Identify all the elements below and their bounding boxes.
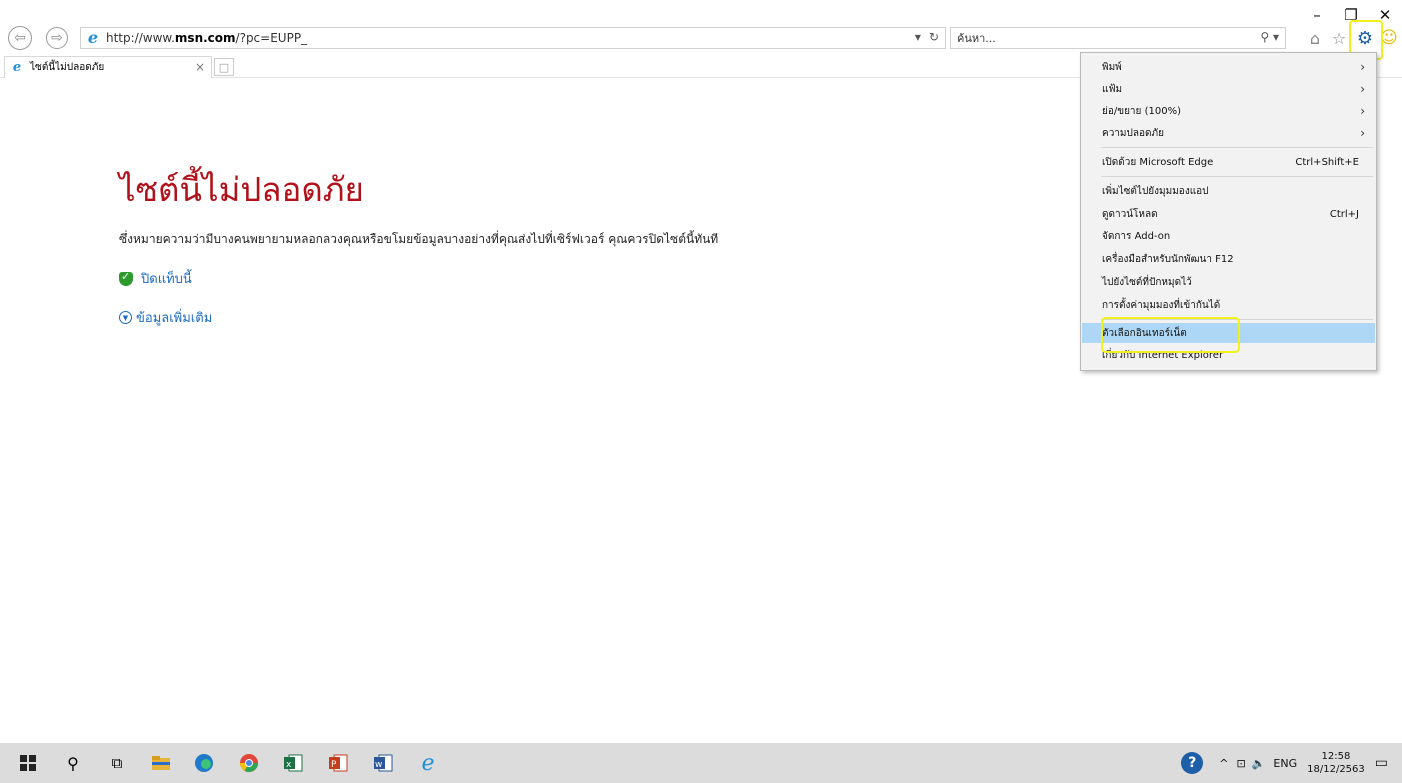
forward-icon: ⇨ xyxy=(51,30,63,46)
language-indicator[interactable]: ENG xyxy=(1273,757,1297,770)
refresh-icon[interactable]: ↻ xyxy=(929,30,939,44)
menu-separator xyxy=(1101,147,1373,148)
home-icon[interactable]: ⌂ xyxy=(1305,28,1325,48)
notification-icon[interactable]: ▭ xyxy=(1375,755,1388,771)
new-tab-button[interactable]: □ xyxy=(214,58,234,76)
tab-active[interactable]: e ไซต์นี้ไม่ปลอดภัย × xyxy=(4,56,212,78)
menu-item-label: ไปยังไซต์ที่ปักหมุดไว้ xyxy=(1102,276,1192,288)
network-icon[interactable]: ⊡ xyxy=(1237,757,1246,770)
internet-explorer-icon[interactable]: e xyxy=(413,751,443,776)
shield-icon xyxy=(119,270,133,286)
chevron-right-icon: › xyxy=(1360,82,1365,96)
address-url[interactable]: http://www.msn.com/?pc=EUPP_ xyxy=(106,31,307,45)
menu-item-label: ความปลอดภัย xyxy=(1102,127,1164,139)
menu-item-add-to-apps[interactable]: เพิ่มไซต์ไปยังมุมมองแอป xyxy=(1082,181,1375,201)
menu-item-shortcut: Ctrl+Shift+E xyxy=(1295,156,1359,168)
chevron-right-icon: › xyxy=(1360,60,1365,74)
favorites-star-icon[interactable]: ☆ xyxy=(1329,28,1349,48)
search-input[interactable]: ค้นหา... xyxy=(957,29,996,47)
warning-description: ซึ่งหมายความว่ามีบางคนพยายามหลอกลวงคุณหร… xyxy=(119,232,719,246)
menu-item-label: ดูดาวน์โหลด xyxy=(1102,208,1158,220)
address-dropdown-icon[interactable]: ▾ xyxy=(915,30,921,44)
menu-item-pinned-sites[interactable]: ไปยังไซต์ที่ปักหมุดไว้ xyxy=(1082,272,1375,292)
svg-text:w: w xyxy=(375,760,382,770)
menu-item-label: แฟ้ม xyxy=(1102,83,1123,95)
menu-item-label: เปิดด้วย Microsoft Edge xyxy=(1102,156,1214,168)
word-icon[interactable]: w xyxy=(372,753,394,773)
internet-options-highlight-annotation xyxy=(1101,317,1240,353)
url-suffix: /?pc=EUPP_ xyxy=(235,31,308,45)
search-icon[interactable]: ⚲ ▾ xyxy=(1260,30,1279,44)
file-explorer-icon[interactable] xyxy=(150,753,172,773)
search-icon[interactable]: ⚲ xyxy=(62,753,84,773)
menu-item-downloads[interactable]: ดูดาวน์โหลด Ctrl+J xyxy=(1082,204,1375,224)
menu-item-open-edge[interactable]: เปิดด้วย Microsoft Edge Ctrl+Shift+E xyxy=(1082,152,1375,172)
task-view-icon[interactable]: ⧉ xyxy=(106,753,128,773)
chrome-icon[interactable] xyxy=(238,753,260,773)
search-box[interactable]: ค้นหา... ⚲ ▾ xyxy=(950,27,1286,49)
navigation-bar: ⇦ ⇨ e http://www.msn.com/?pc=EUPP_ ▾ ↻ ค… xyxy=(0,24,1402,54)
menu-item-label: ย่อ/ขยาย (100%) xyxy=(1102,105,1181,117)
url-prefix: http://www. xyxy=(106,31,175,45)
menu-item-addons[interactable]: จัดการ Add-on xyxy=(1082,226,1375,246)
chevron-right-icon: › xyxy=(1360,126,1365,140)
menu-item-compat-view[interactable]: การตั้งค่ามุมมองที่เข้ากันได้ xyxy=(1082,295,1375,315)
svg-text:x: x xyxy=(286,760,292,770)
back-button[interactable]: ⇦ xyxy=(8,26,32,50)
menu-item-zoom[interactable]: ย่อ/ขยาย (100%) › xyxy=(1082,101,1375,121)
tab-title: ไซต์นี้ไม่ปลอดภัย xyxy=(30,62,105,73)
close-tab-label[interactable]: ปิดแท็บนี้ xyxy=(141,268,192,289)
menu-item-shortcut: Ctrl+J xyxy=(1329,208,1359,220)
powerpoint-icon[interactable]: P xyxy=(327,753,349,773)
ie-logo-icon: e xyxy=(87,28,99,47)
address-bar[interactable]: e http://www.msn.com/?pc=EUPP_ ▾ ↻ xyxy=(80,27,946,49)
excel-icon[interactable]: x xyxy=(282,753,304,773)
clock[interactable]: 12:58 18/12/2563 xyxy=(1307,750,1365,776)
edge-icon[interactable] xyxy=(193,753,215,773)
url-domain: msn.com xyxy=(174,31,236,45)
back-icon: ⇦ xyxy=(14,30,26,46)
svg-text:P: P xyxy=(331,760,337,770)
menu-item-label: เครื่องมือสำหรับนักพัฒนา F12 xyxy=(1102,253,1234,265)
more-info-link[interactable]: ▼ ข้อมูลเพิ่มเติม xyxy=(119,307,212,328)
forward-button[interactable]: ⇨ xyxy=(46,27,68,49)
clock-date: 18/12/2563 xyxy=(1307,764,1365,775)
menu-item-dev-tools[interactable]: เครื่องมือสำหรับนักพัฒนา F12 xyxy=(1082,249,1375,269)
windows-start-icon[interactable] xyxy=(17,753,39,773)
clock-time: 12:58 xyxy=(1321,751,1351,762)
tab-close-icon[interactable]: × xyxy=(195,60,205,74)
menu-item-print[interactable]: พิมพ์ › xyxy=(1082,57,1375,77)
page-title: ไซต์นี้ไม่ปลอดภัย xyxy=(119,170,364,209)
menu-separator xyxy=(1101,176,1373,177)
tray-caret-icon[interactable]: ^ xyxy=(1219,757,1228,770)
tab-ie-icon: e xyxy=(12,59,22,75)
system-tray: ? ^ ⊡ 🔈 ENG 12:58 18/12/2563 ▭ xyxy=(1181,743,1402,783)
menu-item-file[interactable]: แฟ้ม › xyxy=(1082,79,1375,99)
volume-icon[interactable]: 🔈 xyxy=(1252,757,1266,770)
menu-item-label: พิมพ์ xyxy=(1102,61,1122,73)
menu-item-security[interactable]: ความปลอดภัย › xyxy=(1082,123,1375,143)
menu-item-label: จัดการ Add-on xyxy=(1102,230,1171,242)
chevron-down-icon: ▼ xyxy=(119,311,132,324)
help-icon[interactable]: ? xyxy=(1181,752,1204,774)
chevron-right-icon: › xyxy=(1360,104,1365,118)
taskbar: ⚲ ⧉ x P w e ? ^ ⊡ 🔈 ENG 12:58 18/12/2563… xyxy=(0,743,1402,783)
menu-item-label: การตั้งค่ามุมมองที่เข้ากันได้ xyxy=(1102,299,1221,311)
more-info-label[interactable]: ข้อมูลเพิ่มเติม xyxy=(136,307,212,328)
menu-item-label: เพิ่มไซต์ไปยังมุมมองแอป xyxy=(1102,185,1209,197)
close-tab-link[interactable]: ปิดแท็บนี้ xyxy=(119,268,192,289)
